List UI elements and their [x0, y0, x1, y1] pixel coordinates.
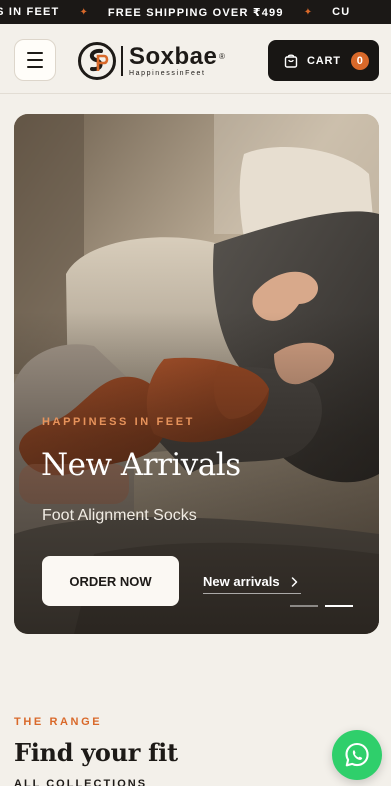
- registered-mark: ®: [218, 52, 226, 61]
- menu-button[interactable]: [14, 39, 56, 81]
- hero-banner[interactable]: HAPPINESS IN FEET New Arrivals Foot Alig…: [14, 114, 379, 634]
- cart-count-badge: 0: [350, 51, 369, 70]
- hero-title: New Arrivals: [41, 447, 241, 483]
- announcement-separator-icon: ✦: [79, 6, 88, 18]
- carousel-dot[interactable]: [290, 605, 318, 607]
- brand-tagline: HappinessinFeet: [129, 70, 206, 77]
- site-header: Soxbae ® HappinessinFeet CART 0: [0, 24, 391, 94]
- brand-name-text: Soxbae: [129, 43, 218, 70]
- announcement-bar: ESS IN FEET ✦ FREE SHIPPING OVER ₹499 ✦ …: [0, 0, 391, 24]
- shopping-bag-icon: [284, 53, 298, 68]
- announcement-item: CU: [332, 6, 351, 18]
- range-title: Find your fit: [14, 738, 178, 767]
- brand-logo[interactable]: Soxbae ® HappinessinFeet: [77, 41, 225, 81]
- logo-divider: [121, 46, 123, 76]
- order-now-button[interactable]: ORDER NOW: [42, 556, 179, 606]
- range-eyebrow: THE RANGE: [14, 716, 103, 728]
- announcement-separator-icon: ✦: [303, 6, 313, 18]
- hamburger-menu-icon: [27, 66, 43, 68]
- all-collections-link[interactable]: ALL COLLECTIONS: [14, 778, 147, 786]
- announcement-track: ESS IN FEET ✦ FREE SHIPPING OVER ₹499 ✦ …: [0, 0, 350, 24]
- soxbae-logo-mark: [78, 42, 116, 80]
- announcement-item: ESS IN FEET: [0, 6, 60, 18]
- announcement-item: FREE SHIPPING OVER ₹499: [107, 6, 284, 19]
- cart-label: CART: [307, 54, 341, 67]
- hamburger-menu-icon: [27, 59, 43, 61]
- hero-eyebrow: HAPPINESS IN FEET: [42, 416, 195, 428]
- carousel-dot-active[interactable]: [325, 605, 353, 607]
- chevron-right-icon: [291, 576, 297, 587]
- logo-wordmark: Soxbae ® HappinessinFeet: [129, 43, 225, 78]
- cart-button[interactable]: CART 0: [268, 40, 379, 81]
- hero-subtitle: Foot Alignment Socks: [42, 507, 197, 524]
- new-arrivals-link[interactable]: New arrivals: [203, 570, 301, 594]
- carousel-dots: [290, 605, 353, 607]
- hamburger-menu-icon: [27, 52, 43, 54]
- brand-name: Soxbae ®: [129, 43, 225, 70]
- new-arrivals-label: New arrivals: [203, 574, 280, 589]
- whatsapp-icon: [345, 742, 369, 767]
- whatsapp-button[interactable]: [332, 730, 382, 780]
